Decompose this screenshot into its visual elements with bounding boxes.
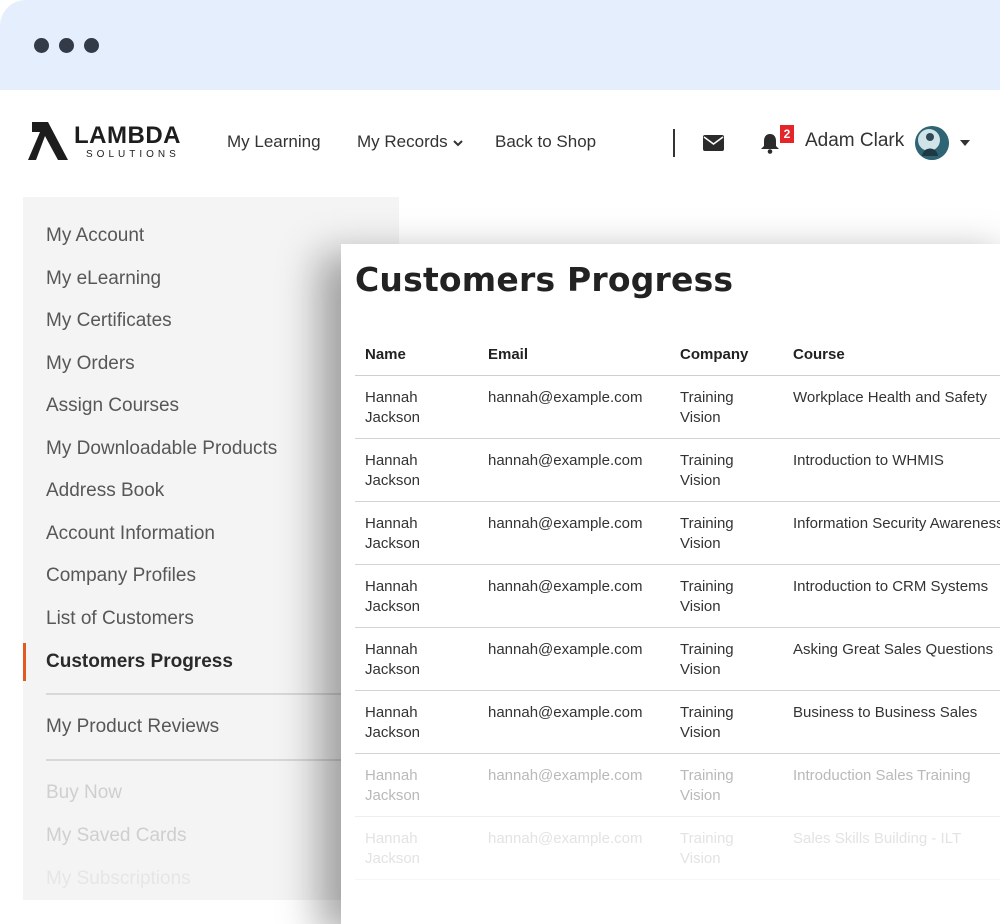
- column-header-company: Company: [680, 346, 749, 363]
- window-dot-icon: [59, 38, 74, 53]
- notification-badge: 2: [780, 125, 794, 143]
- window-dot-icon: [34, 38, 49, 53]
- table-row[interactable]: Hannah Jackson hannah@example.com Traini…: [355, 817, 1000, 880]
- window-title-bar: [0, 0, 1000, 90]
- chevron-down-icon: [452, 139, 463, 146]
- sidebar-item-my-elearning[interactable]: My eLearning: [46, 267, 161, 291]
- cell-course: Introduction to CRM Systems: [793, 578, 989, 595]
- nav-my-learning[interactable]: My Learning: [227, 131, 321, 153]
- sidebar-item-company-profiles[interactable]: Company Profiles: [46, 564, 196, 588]
- nav-my-records-label: My Records: [357, 132, 448, 151]
- sidebar-divider: [46, 759, 376, 761]
- cell-course: Business to Business Sales: [793, 704, 978, 721]
- table-row[interactable]: Hannah Jackson hannah@example.com Traini…: [355, 376, 1000, 439]
- cell-course: Information Security Awareness: [793, 515, 1000, 532]
- cell-name: Hannah Jackson: [365, 389, 421, 426]
- cell-email: hannah@example.com: [488, 830, 643, 847]
- table-row[interactable]: Hannah Jackson hannah@example.com Traini…: [355, 628, 1000, 691]
- cell-email: hannah@example.com: [488, 641, 643, 658]
- table-row[interactable]: Hannah Jackson hannah@example.com Traini…: [355, 691, 1000, 754]
- sidebar-item-account-information[interactable]: Account Information: [46, 522, 215, 546]
- column-header-email: Email: [488, 346, 529, 363]
- nav-my-records[interactable]: My Records: [357, 131, 464, 153]
- logo-subtext: SOLUTIONS: [86, 149, 180, 160]
- cell-name: Hannah Jackson: [365, 641, 421, 678]
- cell-name: Hannah Jackson: [365, 830, 421, 867]
- cell-company: Training Vision: [680, 767, 734, 804]
- cell-company: Training Vision: [680, 641, 734, 678]
- sidebar-item-my-certificates[interactable]: My Certificates: [46, 309, 172, 333]
- table-row[interactable]: Hannah Jackson hannah@example.com Traini…: [355, 754, 1000, 817]
- sidebar-item-my-subscriptions[interactable]: My Subscriptions: [46, 867, 191, 891]
- lambda-logo[interactable]: LAMBDA SOLUTIONS: [28, 120, 180, 164]
- avatar-image: [915, 126, 949, 160]
- cell-email: hannah@example.com: [488, 767, 643, 784]
- cell-email: hannah@example.com: [488, 578, 643, 595]
- avatar[interactable]: [915, 126, 949, 160]
- cell-company: Training Vision: [680, 389, 734, 426]
- sidebar-item-assign-courses[interactable]: Assign Courses: [46, 394, 179, 418]
- cell-name: Hannah Jackson: [365, 578, 421, 615]
- cell-name: Hannah Jackson: [365, 515, 421, 552]
- cell-course: Sales Skills Building - ILT: [793, 830, 962, 847]
- table-row[interactable]: Hannah Jackson hannah@example.com Traini…: [355, 439, 1000, 502]
- active-item-marker: [23, 643, 26, 681]
- cell-course: Introduction to WHMIS: [793, 452, 944, 469]
- table-row[interactable]: Hannah Jackson hannah@example.com Traini…: [355, 565, 1000, 628]
- cell-course: Introduction Sales Training: [793, 767, 971, 784]
- customers-progress-panel: Customers Progress Name Email Company Co…: [341, 244, 1000, 924]
- sidebar-item-my-saved-cards[interactable]: My Saved Cards: [46, 824, 186, 848]
- caret-down-icon[interactable]: [960, 140, 970, 146]
- sidebar-item-my-account[interactable]: My Account: [46, 224, 144, 248]
- cell-company: Training Vision: [680, 578, 734, 615]
- sidebar-item-address-book[interactable]: Address Book: [46, 479, 164, 503]
- column-header-name: Name: [365, 346, 406, 363]
- window-dot-icon: [84, 38, 99, 53]
- sidebar-item-my-product-reviews[interactable]: My Product Reviews: [46, 715, 219, 739]
- cell-company: Training Vision: [680, 515, 734, 552]
- cell-course: Asking Great Sales Questions: [793, 641, 994, 658]
- mail-icon[interactable]: [703, 135, 724, 151]
- bell-icon[interactable]: [760, 133, 780, 154]
- cell-email: hannah@example.com: [488, 704, 643, 721]
- sidebar-item-buy-now[interactable]: Buy Now: [46, 781, 122, 805]
- sidebar-item-list-of-customers[interactable]: List of Customers: [46, 607, 194, 631]
- cell-course: Workplace Health and Safety: [793, 389, 987, 406]
- cell-company: Training Vision: [680, 704, 734, 741]
- sidebar-item-my-downloadable-products[interactable]: My Downloadable Products: [46, 437, 277, 461]
- lambda-logo-icon: [28, 122, 68, 160]
- nav-back-to-shop[interactable]: Back to Shop: [495, 131, 596, 153]
- page-title: Customers Progress: [355, 260, 734, 299]
- cell-company: Training Vision: [680, 452, 734, 489]
- cell-email: hannah@example.com: [488, 515, 643, 532]
- header-divider: [673, 129, 675, 157]
- cell-name: Hannah Jackson: [365, 452, 421, 489]
- sidebar-item-my-orders[interactable]: My Orders: [46, 352, 135, 376]
- cell-email: hannah@example.com: [488, 452, 643, 469]
- logo-text: LAMBDA: [74, 122, 181, 149]
- cell-company: Training Vision: [680, 830, 734, 867]
- sidebar-item-customers-progress[interactable]: Customers Progress: [46, 650, 233, 674]
- user-name[interactable]: Adam Clark: [805, 129, 904, 153]
- column-header-course: Course: [793, 346, 845, 363]
- sidebar-divider: [46, 693, 376, 695]
- cell-name: Hannah Jackson: [365, 767, 421, 804]
- cell-email: hannah@example.com: [488, 389, 643, 406]
- cell-name: Hannah Jackson: [365, 704, 421, 741]
- table-row[interactable]: Hannah Jackson hannah@example.com Traini…: [355, 502, 1000, 565]
